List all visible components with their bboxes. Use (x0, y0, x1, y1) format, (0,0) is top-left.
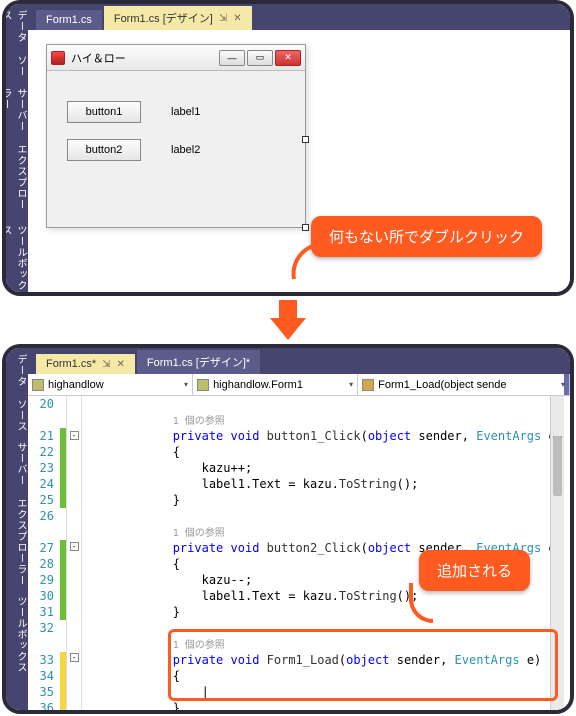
sidebar-item-server-explorer[interactable]: サーバー エクスプローラー (6, 88, 28, 214)
sidebar-item-server-explorer[interactable]: サーバー エクスプローラー (6, 442, 28, 586)
close-icon[interactable]: ✕ (233, 13, 241, 24)
line-number-gutter: 20 21 22 23 24 25 26 27 28 29 30 31 32 3… (28, 396, 60, 710)
designer-panel: データ ソース サーバー エクスプローラー ツールボックス Form1.cs F… (2, 0, 574, 296)
method-icon (362, 379, 374, 391)
code-panel: データ ソース サーバー エクスプローラー ツールボックス Form1.cs* … (2, 344, 574, 714)
form-client-area[interactable]: button1 label1 button2 label2 (47, 71, 305, 227)
scrollbar-thumb[interactable] (553, 436, 562, 496)
fold-toggle[interactable]: - (70, 542, 79, 551)
button1[interactable]: button1 (67, 101, 141, 123)
label1[interactable]: label1 (171, 106, 200, 118)
vertical-scrollbar[interactable] (550, 396, 564, 710)
sidebar: データ ソース サーバー エクスプローラー ツールボックス (6, 4, 28, 292)
label2[interactable]: label2 (171, 144, 200, 156)
chevron-down-icon: ▾ (561, 380, 565, 389)
callout-doubleclick: 何もない所でダブルクリック (311, 216, 542, 257)
tab-form1-design[interactable]: Form1.cs [デザイン] ⇲ ✕ (104, 6, 252, 30)
class-combo[interactable]: highandlow.Form1▾ (193, 374, 358, 395)
form-app-icon (51, 51, 65, 65)
arrow-down-icon (270, 300, 306, 340)
sidebar: データ ソース サーバー エクスプローラー ツールボックス (6, 348, 28, 710)
sidebar-item-toolbox[interactable]: ツールボックス (6, 225, 28, 292)
button2[interactable]: button2 (67, 139, 141, 161)
close-button[interactable]: ✕ (275, 50, 301, 66)
project-combo[interactable]: highandlow▾ (28, 374, 193, 395)
class-icon (197, 379, 209, 391)
sidebar-item-datasources[interactable]: データ ソース (6, 354, 28, 432)
chevron-down-icon: ▾ (349, 380, 353, 389)
pin-icon[interactable]: ⇲ (219, 13, 227, 24)
callout-added: 追加される (419, 550, 530, 591)
fold-toggle[interactable]: - (70, 431, 79, 440)
form-titlebar: ハイ＆ロー — ▭ ✕ (47, 45, 305, 71)
tabstrip: Form1.cs Form1.cs [デザイン] ⇲ ✕ (28, 4, 570, 30)
tab-form1-design[interactable]: Form1.cs [デザイン]* (137, 350, 260, 374)
chevron-down-icon: ▾ (184, 380, 188, 389)
maximize-button[interactable]: ▭ (247, 50, 273, 66)
tab-form1-code[interactable]: Form1.cs (36, 10, 102, 30)
sidebar-item-toolbox[interactable]: ツールボックス (6, 596, 28, 673)
sidebar-item-datasources[interactable]: データ ソース (6, 10, 28, 78)
designed-form[interactable]: ハイ＆ロー — ▭ ✕ button1 label1 button2 label… (46, 44, 306, 228)
fold-gutter: - - - (66, 396, 82, 710)
text-cursor: | (202, 685, 209, 699)
pin-icon[interactable]: ⇲ (102, 359, 110, 370)
member-combo[interactable]: Form1_Load(object sende▾ (358, 374, 570, 395)
csharp-icon (32, 379, 44, 391)
fold-toggle[interactable]: - (70, 653, 79, 662)
tabstrip: Form1.cs* ⇲ ✕ Form1.cs [デザイン]* (28, 348, 570, 374)
tab-form1-code[interactable]: Form1.cs* ⇲ ✕ (36, 354, 135, 374)
code-editor-area: highandlow▾ highandlow.Form1▾ Form1_Load… (28, 374, 570, 710)
code-navbar: highandlow▾ highandlow.Form1▾ Form1_Load… (28, 374, 570, 396)
form-title: ハイ＆ロー (71, 50, 213, 66)
minimize-button[interactable]: — (219, 50, 245, 66)
close-icon[interactable]: ✕ (117, 359, 125, 370)
